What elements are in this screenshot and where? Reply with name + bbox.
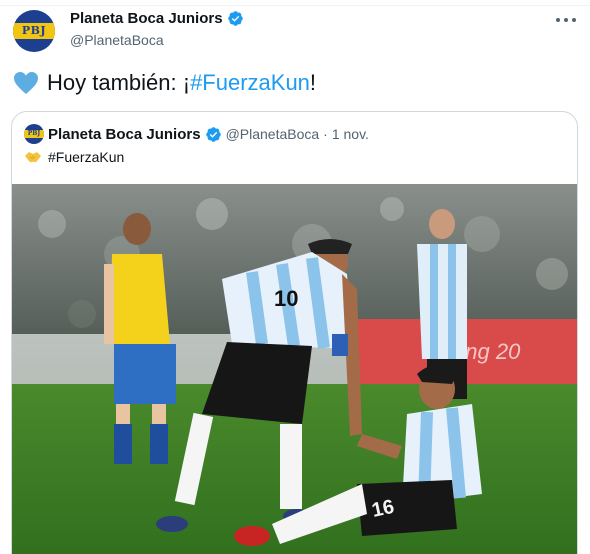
author-handle[interactable]: @PlanetaBoca: [70, 32, 164, 48]
author-avatar[interactable]: PBJ: [13, 10, 55, 52]
more-dot: [572, 18, 576, 22]
separator-dot: ·: [323, 126, 328, 142]
tweet-text: Hoy también: ¡ #FuerzaKun!: [13, 68, 316, 98]
tweet-page: PBJ Planeta Boca Juniors @PlanetaBoca Ho…: [0, 0, 590, 554]
author-name[interactable]: Planeta Boca Juniors: [70, 10, 223, 27]
quoted-tweet-card[interactable]: PBJ Planeta Boca Juniors @PlanetaBoca · …: [11, 111, 578, 554]
divider: [0, 5, 590, 6]
quoted-timestamp: 1 nov.: [331, 126, 369, 142]
quoted-media-photo[interactable]: Beijing 20 10 16: [12, 184, 577, 554]
avatar-initials: PBJ: [27, 130, 41, 137]
quoted-header: Planeta Boca Juniors @PlanetaBoca · 1 no…: [48, 124, 369, 144]
quoted-text: #FuerzaKun: [24, 149, 124, 165]
tweet-text-before: Hoy también: ¡: [47, 70, 191, 95]
author-name-row[interactable]: Planeta Boca Juniors: [70, 10, 244, 27]
more-dot: [556, 18, 560, 22]
tweet-hashtag-link[interactable]: #FuerzaKun: [190, 68, 310, 98]
jersey-number-10: 10: [274, 286, 298, 311]
football-photo: Beijing 20 10 16: [12, 184, 577, 554]
handshake-icon: [25, 152, 41, 163]
tweet-text-after: !: [309, 70, 317, 95]
avatar-initials: PBJ: [21, 24, 47, 37]
more-dot: [564, 18, 568, 22]
verified-badge-icon: [205, 126, 221, 142]
verified-badge-icon: [227, 11, 243, 26]
quoted-hashtag: #FuerzaKun: [48, 149, 125, 165]
quoted-author-name: Planeta Boca Juniors: [48, 125, 201, 143]
jersey-number-16: 16: [370, 496, 396, 522]
blue-heart-icon: [14, 72, 38, 94]
more-options-icon[interactable]: [556, 12, 576, 28]
quoted-author-avatar: PBJ: [24, 124, 44, 144]
quoted-author-handle: @PlanetaBoca: [225, 126, 320, 142]
